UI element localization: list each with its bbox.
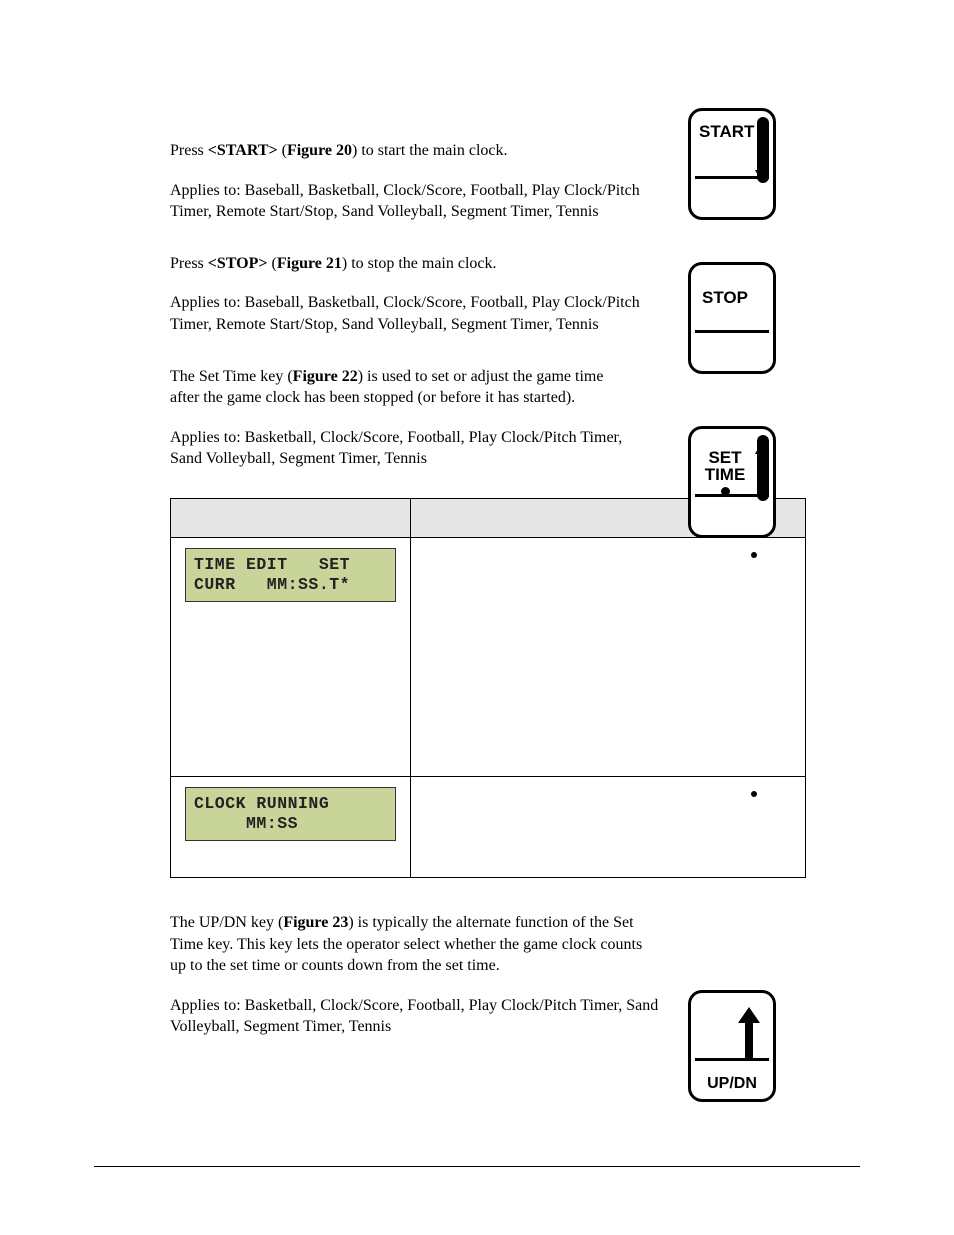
action-cell-1 (410, 537, 805, 776)
bold-key-name: <STOP> (208, 255, 268, 272)
lcd-action-table: TIME EDIT SET CURR MM:SS.T* CLOCK RUNNIN… (170, 498, 806, 878)
key-bottom-strip (695, 494, 769, 531)
stop-key-outline: STOP (688, 262, 776, 374)
text-fragment: ) to stop the main clock. (342, 255, 497, 272)
text-fragment: ( (268, 255, 277, 272)
settime-text: The Set Time key (Figure 22) is used to … (170, 366, 630, 470)
table-row: CLOCK RUNNING MM:SS (171, 776, 806, 877)
text-fragment: The Set Time key ( (170, 368, 293, 385)
lcd-line: CURR MM:SS.T* (194, 575, 350, 594)
start-applies: Applies to: Baseball, Basketball, Clock/… (170, 180, 650, 223)
start-text: Press <START> (Figure 20) to start the m… (170, 140, 650, 223)
settime-key-figure: SET TIME (688, 426, 776, 538)
updn-key-outline: UP/DN (688, 990, 776, 1102)
text-fragment: Press (170, 142, 208, 159)
arrow-up-icon (755, 442, 769, 454)
start-line1: Press <START> (Figure 20) to start the m… (170, 140, 650, 162)
updn-line1: The UP/DN key (Figure 23) is typically t… (170, 912, 660, 977)
bold-key-name: <START> (208, 142, 278, 159)
stop-key-label: STOP (699, 289, 751, 306)
updn-text: The UP/DN key (Figure 23) is typically t… (170, 912, 660, 1038)
stop-line1: Press <STOP> (Figure 21) to stop the mai… (170, 253, 650, 275)
start-key-figure: START (688, 108, 776, 220)
key-bottom-strip (695, 176, 769, 213)
bold-figure-ref: Figure 23 (283, 914, 348, 931)
text-fragment: ) to start the main clock. (352, 142, 508, 159)
settime-section: SET TIME The Set Time key (Figure 22) is… (170, 366, 854, 470)
start-key-outline: START (688, 108, 776, 220)
settime-line1: The Set Time key (Figure 22) is used to … (170, 366, 630, 409)
label-line2: TIME (705, 465, 746, 484)
lcd-line: MM:SS (194, 814, 298, 833)
bold-figure-ref: Figure 22 (293, 368, 358, 385)
bold-figure-ref: Figure 21 (277, 255, 342, 272)
text-fragment: ( (278, 142, 287, 159)
stop-section: STOP Press <STOP> (Figure 21) to stop th… (170, 253, 854, 336)
updn-key-label: UP/DN (691, 1075, 773, 1093)
arrow-up-icon (741, 1007, 759, 1061)
stop-applies: Applies to: Baseball, Basketball, Clock/… (170, 292, 650, 335)
bold-figure-ref: Figure 20 (287, 142, 352, 159)
settime-key-outline: SET TIME (688, 426, 776, 538)
lcd-line: TIME EDIT SET (194, 555, 350, 574)
text-fragment: Press (170, 255, 208, 272)
stop-text: Press <STOP> (Figure 21) to stop the mai… (170, 253, 650, 336)
key-bottom-strip (695, 330, 769, 367)
updn-key-figure: UP/DN (688, 990, 776, 1102)
start-key-label: START (699, 123, 751, 140)
lcd-cell-1: TIME EDIT SET CURR MM:SS.T* (171, 537, 411, 776)
lcd-display-2: CLOCK RUNNING MM:SS (185, 787, 396, 841)
settime-applies: Applies to: Basketball, Clock/Score, Foo… (170, 427, 630, 470)
table-row: TIME EDIT SET CURR MM:SS.T* (171, 537, 806, 776)
lcd-line: CLOCK RUNNING (194, 794, 329, 813)
updn-section: UP/DN The UP/DN key (Figure 23) is typic… (170, 912, 854, 1038)
header-lcd (171, 498, 411, 537)
settime-key-label: SET TIME (699, 449, 751, 496)
document-page: START Press <START> (Figure 20) to start… (0, 0, 954, 1235)
lcd-cell-2: CLOCK RUNNING MM:SS (171, 776, 411, 877)
action-cell-2 (410, 776, 805, 877)
stop-key-figure: STOP (688, 262, 776, 374)
updn-applies: Applies to: Basketball, Clock/Score, Foo… (170, 995, 660, 1038)
footer-rule (94, 1166, 860, 1167)
text-fragment: The UP/DN key ( (170, 914, 283, 931)
lcd-display-1: TIME EDIT SET CURR MM:SS.T* (185, 548, 396, 602)
start-section: START Press <START> (Figure 20) to start… (170, 140, 854, 223)
